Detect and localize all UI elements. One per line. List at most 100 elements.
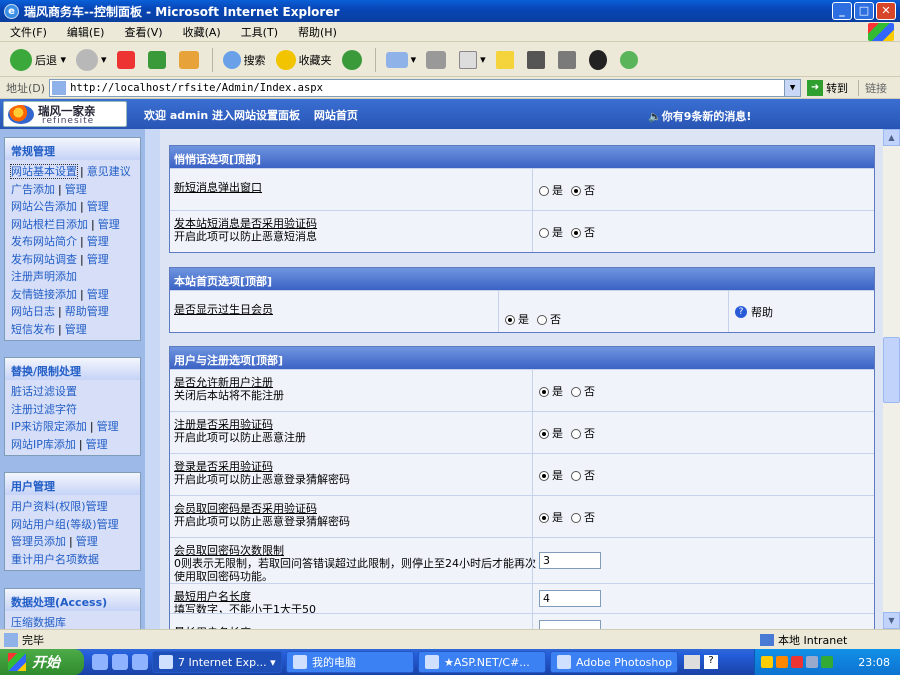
number-input[interactable] [539,620,601,629]
sidebar-link[interactable]: 广告添加 [11,183,55,196]
number-input[interactable]: 3 [539,552,601,569]
sidebar-link[interactable]: 管理 [65,183,87,196]
sidebar-link[interactable]: 注册过滤字符 [11,403,77,416]
tray-icon[interactable] [776,656,788,668]
menu-view[interactable]: 查看(V) [114,24,172,40]
tray-icon[interactable] [821,656,833,668]
sidebar-link[interactable]: 用户资料(权限)管理 [11,500,108,513]
sidebar-link[interactable]: 注册声明添加 [11,270,77,283]
radio-button[interactable] [505,315,515,325]
sidebar-link[interactable]: 管理 [65,323,87,336]
radio-button[interactable] [539,227,549,238]
radio-option[interactable]: 否 [571,224,595,240]
scroll-thumb[interactable] [883,337,900,403]
quicklaunch-ie-icon[interactable] [112,654,128,670]
sidebar-link[interactable]: IP来访限定添加 [11,420,87,433]
radio-button[interactable] [571,512,581,523]
stop-button[interactable] [113,49,142,71]
sidebar-link[interactable]: 网站日志 [11,305,55,318]
close-button[interactable]: ✕ [876,2,896,20]
sidebar-link[interactable]: 发布网站简介 [11,235,77,248]
sidebar-panel-title[interactable]: 用户管理 [5,473,140,495]
favorites-button[interactable]: 收藏夹 [272,48,336,72]
menu-file[interactable]: 文件(F) [0,24,57,40]
radio-button[interactable] [539,512,549,523]
messages-notice[interactable]: 🔈你有9条新的消息! [648,108,751,124]
radio-button[interactable] [571,227,581,238]
start-button[interactable]: 开始 [0,649,84,675]
menu-favorites[interactable]: 收藏(A) [173,24,231,40]
sidebar-panel-title[interactable]: 常规管理 [5,138,140,160]
radio-option[interactable]: 否 [571,467,595,483]
help-icon[interactable]: ? [704,655,718,669]
site-home-link[interactable]: 网站首页 [314,109,358,122]
radio-option[interactable]: 是 [539,182,563,198]
maximize-button[interactable]: □ [854,2,874,20]
radio-option[interactable]: 是 [539,467,563,483]
history-button[interactable] [338,48,369,72]
sidebar-panel-title[interactable]: 替换/限制处理 [5,358,140,380]
search-button[interactable]: 搜索 [219,49,270,71]
qq-button[interactable] [585,48,614,72]
radio-option[interactable]: 否 [571,425,595,441]
site-logo[interactable]: 瑞风一家亲 refinesite [3,101,127,127]
task-photoshop[interactable]: Adobe Photoshop [550,651,678,673]
radio-button[interactable] [539,386,549,397]
refresh-button[interactable] [144,49,173,71]
task-aspnet[interactable]: ★ASP.NET/C#... [418,651,546,673]
sidebar-link[interactable]: 网站用户组(等级)管理 [11,518,119,531]
sidebar-link[interactable]: 压缩数据库 [11,616,66,629]
menu-tools[interactable]: 工具(T) [231,24,288,40]
sidebar-link[interactable]: 发布网站调查 [11,253,77,266]
sidebar-link[interactable]: 管理 [86,438,108,451]
sidebar-link[interactable]: 管理 [76,535,98,548]
vertical-scrollbar[interactable]: ▲ ▼ [883,129,900,629]
tray-icon[interactable] [791,656,803,668]
radio-button[interactable] [571,185,581,196]
sidebar-link[interactable]: 管理员添加 [11,535,66,548]
radio-option[interactable]: 否 [571,383,595,399]
radio-option[interactable]: 是 [539,224,563,240]
sidebar-link[interactable]: 网站IP库添加 [11,438,76,451]
radio-option[interactable]: 否 [537,311,561,327]
sidebar-link[interactable]: 管理 [97,420,119,433]
task-my-computer[interactable]: 我的电脑 [286,651,414,673]
sidebar-link[interactable]: 帮助管理 [65,305,109,318]
k-button[interactable] [523,49,552,71]
mail-button[interactable]: ▾ [382,50,421,70]
sidebar-link[interactable]: 意见建议 [87,165,131,178]
radio-option[interactable]: 是 [539,425,563,441]
go-button[interactable]: ➜ 转到 [807,80,848,96]
radio-option[interactable]: 是 [539,509,563,525]
sidebar-link[interactable]: 管理 [87,200,109,213]
sidebar-link[interactable]: 网站根栏目添加 [11,218,88,231]
menu-help[interactable]: 帮助(H) [288,24,347,40]
number-input[interactable]: 4 [539,590,601,607]
minimize-button[interactable]: _ [832,2,852,20]
messenger-button[interactable] [616,49,645,71]
sidebar-link[interactable]: 网站公告添加 [11,200,77,213]
sidebar-link[interactable]: 管理 [98,218,120,231]
scroll-up-icon[interactable]: ▲ [883,129,900,146]
sidebar-scroll-track[interactable] [145,129,160,629]
tool-button[interactable] [554,49,583,71]
radio-button[interactable] [539,428,549,439]
address-dropdown-icon[interactable]: ▼ [784,80,801,96]
menu-edit[interactable]: 编辑(E) [57,24,115,40]
edit-button[interactable]: ▾ [455,49,490,71]
print-button[interactable] [422,49,453,71]
tray-icon[interactable] [806,656,818,668]
back-button[interactable]: 后退 ▾ [6,47,70,73]
sidebar-link[interactable]: 短信发布 [11,323,55,336]
clock[interactable]: 23:08 [858,656,890,669]
radio-button[interactable] [537,315,547,325]
sidebar-link[interactable]: 管理 [87,253,109,266]
keyboard-icon[interactable] [684,655,700,669]
task-internet-explorer[interactable]: 7 Internet Exp... ▾ [152,651,282,673]
quicklaunch-desktop-icon[interactable] [132,654,148,670]
sidebar-link[interactable]: 友情链接添加 [11,288,77,301]
sidebar-link[interactable]: 网站基本设置 [10,164,78,179]
radio-button[interactable] [571,386,581,397]
note-button[interactable] [492,49,521,71]
sidebar-panel-title[interactable]: 数据处理(Access) [5,589,140,611]
